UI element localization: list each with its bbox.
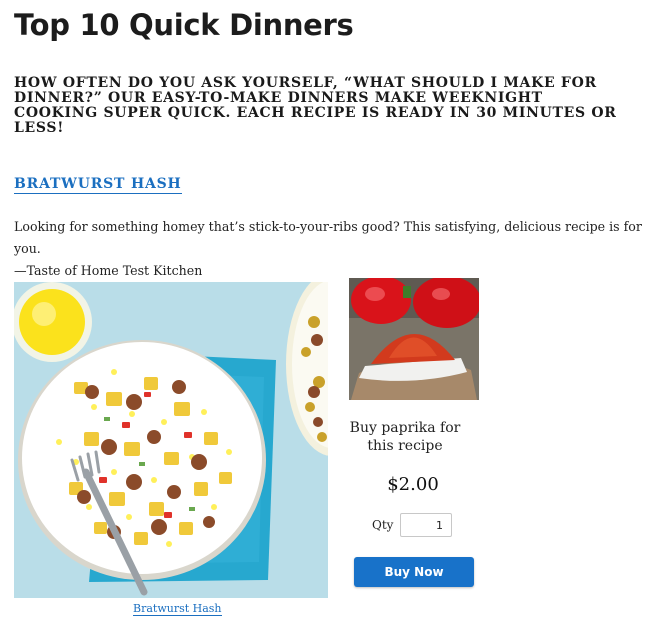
product-price: $2.00 <box>387 474 439 495</box>
bratwurst-hash-photo <box>14 282 328 598</box>
page-title: Top 10 Quick Dinners <box>14 8 354 42</box>
recipe-title-link[interactable]: Bratwurst Hash <box>14 176 182 194</box>
qty-label: Qty <box>372 518 394 532</box>
paprika-product-image[interactable] <box>349 278 479 400</box>
recipe-description: Looking for something homey that’s stick… <box>14 216 644 282</box>
paprika-photo <box>349 278 479 400</box>
intro-text: How often do you ask yourself, “What sho… <box>14 75 617 136</box>
quantity-input[interactable] <box>400 513 452 537</box>
image-caption-link[interactable]: Bratwurst Hash <box>133 602 222 616</box>
attribution-text: —Taste of Home Test Kitchen <box>14 263 203 278</box>
buy-paprika-text: Buy paprika for this recipe <box>349 420 461 454</box>
description-text: Looking for something homey that’s stick… <box>14 219 642 256</box>
recipe-image[interactable] <box>14 282 328 598</box>
buy-now-button[interactable]: Buy Now <box>354 557 474 587</box>
